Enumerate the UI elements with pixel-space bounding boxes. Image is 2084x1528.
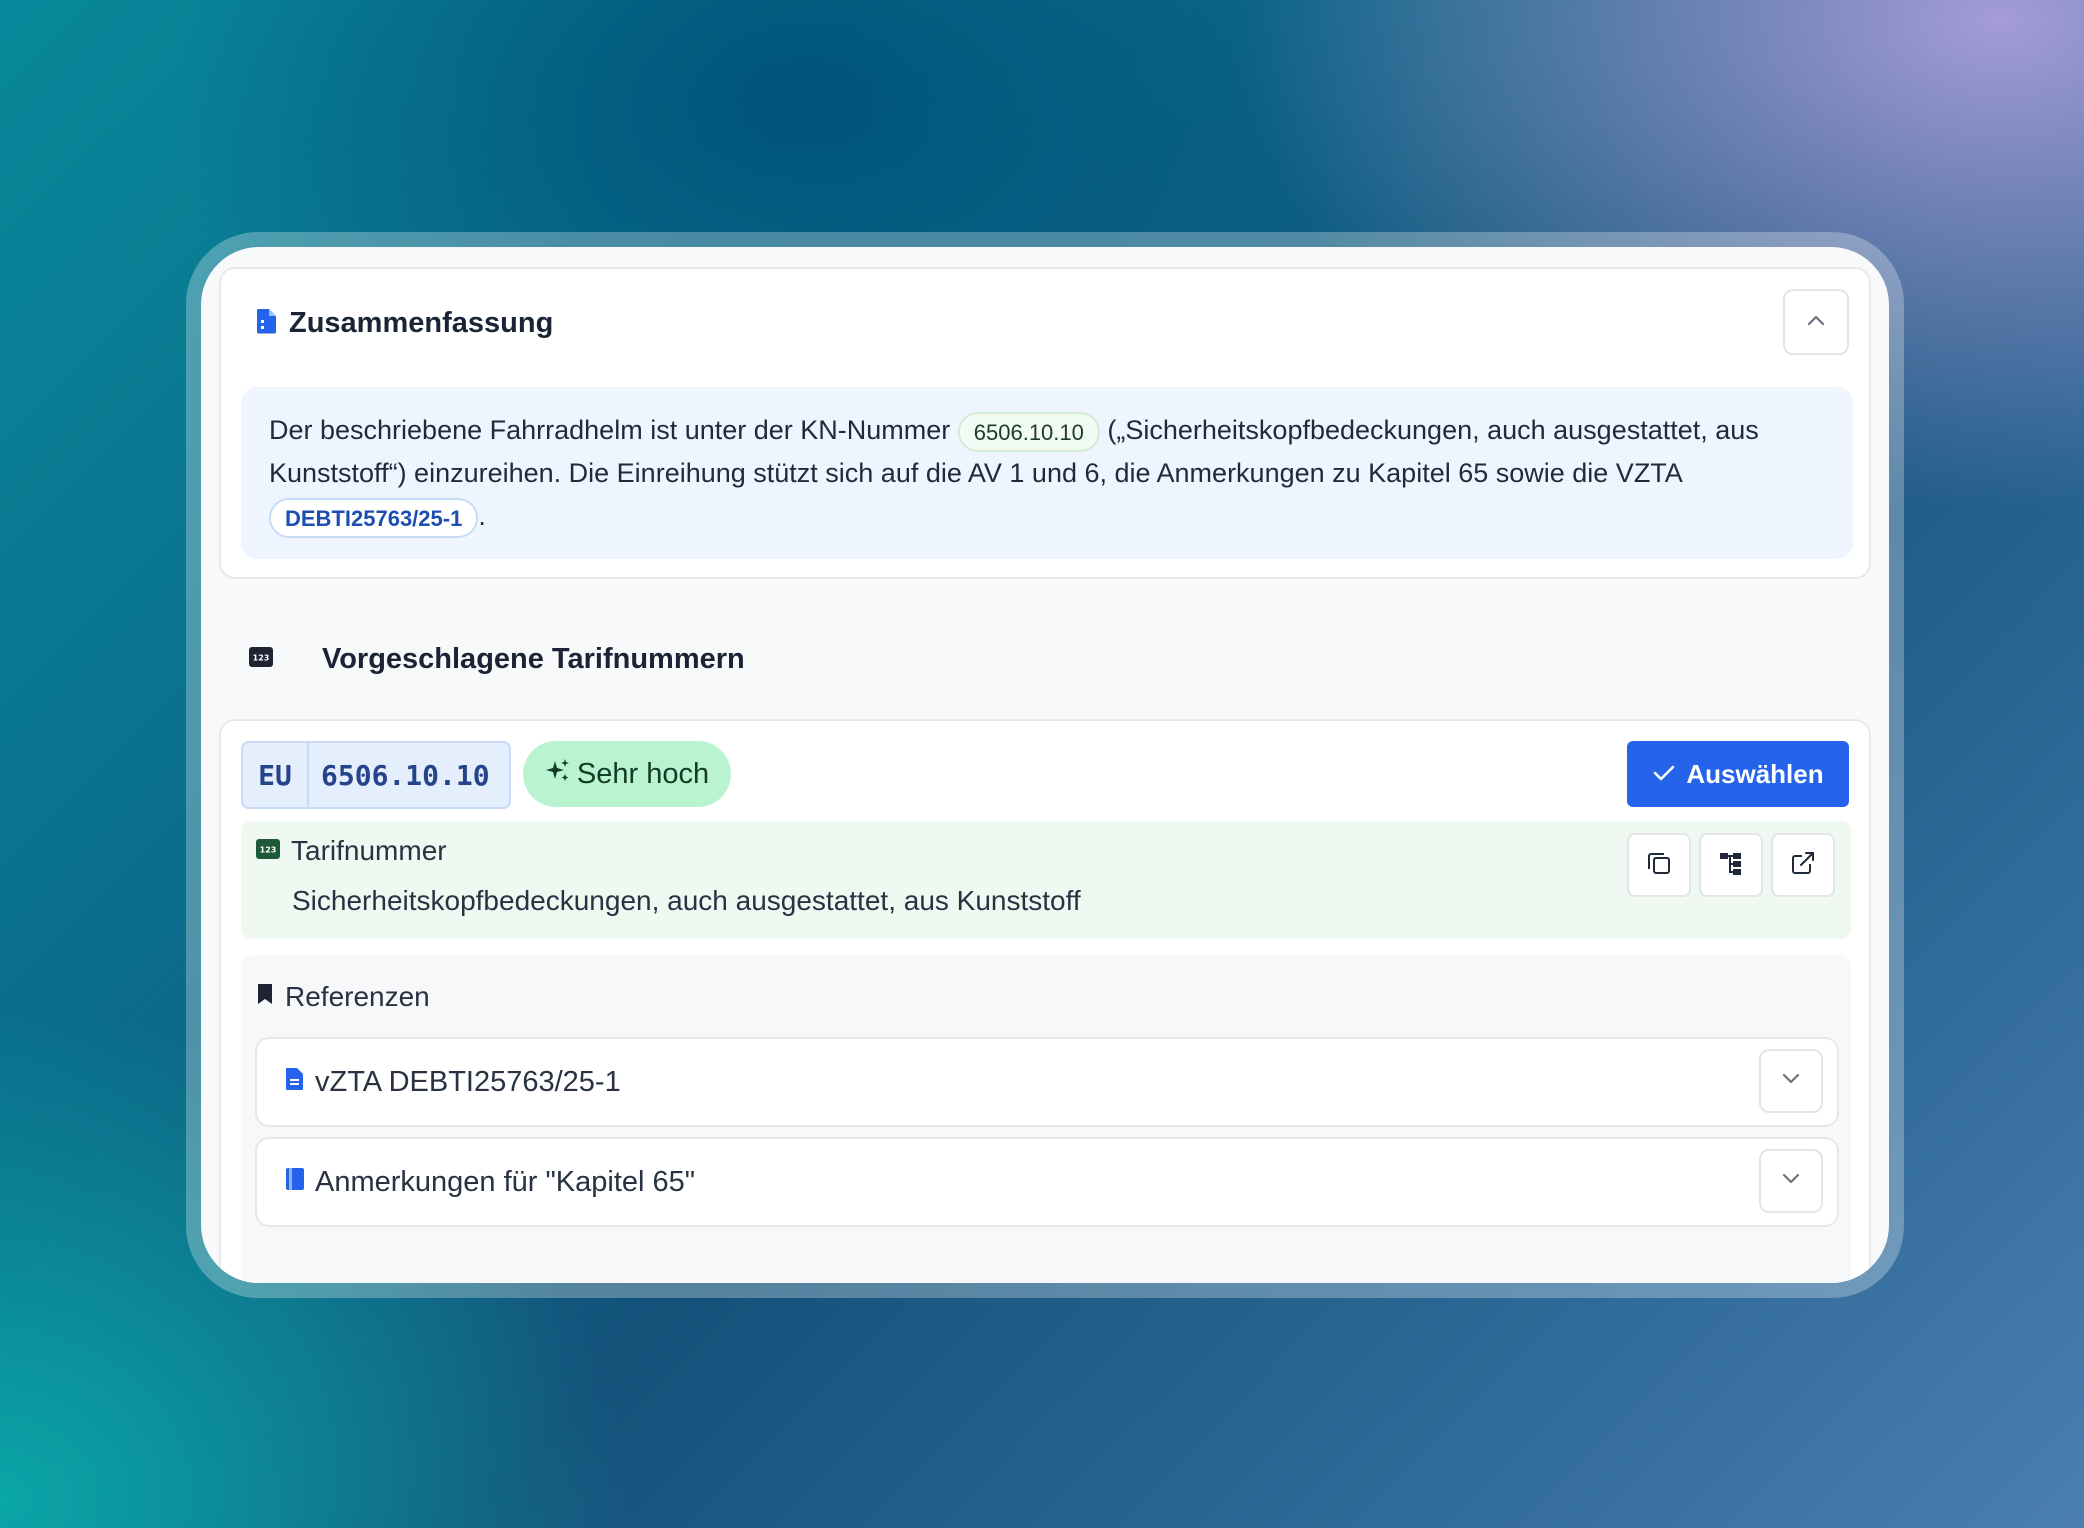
vzta-chip[interactable]: DEBTI25763/25-1 bbox=[269, 497, 479, 538]
chevron-up-icon bbox=[1806, 313, 1826, 331]
select-label: Auswählen bbox=[1686, 758, 1824, 789]
reference-item[interactable]: vZTA DEBTI25763/25-1 bbox=[255, 1037, 1839, 1127]
reference-item[interactable]: Anmerkungen für "Kapitel 65" bbox=[255, 1137, 1839, 1227]
sparkle-icon bbox=[545, 757, 577, 791]
bookmark-icon bbox=[255, 981, 275, 1013]
confidence-badge: Sehr hoch bbox=[523, 741, 731, 807]
summary-title: Zusammenfassung bbox=[289, 307, 554, 339]
expand-button[interactable] bbox=[1759, 1149, 1823, 1213]
reference-label: Anmerkungen für "Kapitel 65" bbox=[315, 1165, 696, 1198]
summary-document-icon bbox=[255, 308, 279, 339]
hierarchy-button[interactable] bbox=[1699, 833, 1763, 897]
tariff-code-box: EU 6506.10.10 bbox=[241, 741, 511, 809]
reference-label-row: vZTA DEBTI25763/25-1 bbox=[285, 1039, 621, 1125]
references-section: Referenzen vZTA DEBTI25763/25-1 Anmerkun… bbox=[241, 955, 1851, 1283]
kn-number-chip[interactable]: 6506.10.10 bbox=[957, 411, 1100, 452]
tariff-label-row: 123 Tarifnummer bbox=[255, 835, 447, 867]
suggestions-title: Vorgeschlagene Tarifnummern bbox=[322, 643, 745, 675]
external-link-icon bbox=[1789, 849, 1817, 882]
check-icon bbox=[1652, 759, 1686, 790]
copy-icon bbox=[1645, 849, 1673, 882]
reference-label: vZTA DEBTI25763/25-1 bbox=[315, 1065, 621, 1098]
hierarchy-icon bbox=[1717, 849, 1745, 882]
book-icon bbox=[285, 1166, 305, 1199]
open-external-button[interactable] bbox=[1771, 833, 1835, 897]
copy-button[interactable] bbox=[1627, 833, 1691, 897]
numbers-icon: 123 bbox=[248, 646, 274, 673]
chevron-down-icon bbox=[1781, 1072, 1801, 1090]
suggestion-item: EU 6506.10.10 Sehr hoch Auswählen 123 Ta… bbox=[219, 719, 1871, 1283]
summary-text: Der beschriebene Fahrradhelm ist unter d… bbox=[241, 387, 1853, 559]
tariff-actions bbox=[1627, 833, 1835, 897]
tariff-label: Tarifnummer bbox=[291, 835, 447, 866]
chevron-down-icon bbox=[1781, 1172, 1801, 1190]
references-title: Referenzen bbox=[285, 981, 430, 1012]
summary-text-part: . bbox=[478, 501, 486, 531]
expand-button[interactable] bbox=[1759, 1049, 1823, 1113]
reference-label-row: Anmerkungen für "Kapitel 65" bbox=[285, 1139, 695, 1225]
svg-text:123: 123 bbox=[253, 654, 270, 663]
numbers-icon: 123 bbox=[255, 835, 281, 867]
references-header: Referenzen bbox=[255, 981, 430, 1013]
document-icon bbox=[285, 1066, 305, 1099]
summary-panel: Zusammenfassung Der beschriebene Fahrrad… bbox=[219, 267, 1871, 579]
tariff-number-row: 123 Tarifnummer Sicherheitskopfbedeckung… bbox=[241, 821, 1851, 939]
tariff-description: Sicherheitskopfbedeckungen, auch ausgest… bbox=[292, 885, 1081, 916]
suggestions-header: 123 Vorgeschlagene Tarifnummern bbox=[248, 643, 745, 676]
svg-text:123: 123 bbox=[260, 846, 277, 855]
confidence-label: Sehr hoch bbox=[576, 757, 710, 790]
summary-text-part: Der beschriebene Fahrradhelm ist unter d… bbox=[269, 415, 958, 445]
tariff-code: 6506.10.10 bbox=[321, 758, 490, 792]
collapse-button[interactable] bbox=[1783, 289, 1849, 355]
region-label: EU bbox=[243, 743, 309, 807]
classification-card: Zusammenfassung Der beschriebene Fahrrad… bbox=[201, 247, 1889, 1283]
summary-header: Zusammenfassung bbox=[255, 307, 553, 340]
select-button[interactable]: Auswählen bbox=[1627, 741, 1849, 807]
